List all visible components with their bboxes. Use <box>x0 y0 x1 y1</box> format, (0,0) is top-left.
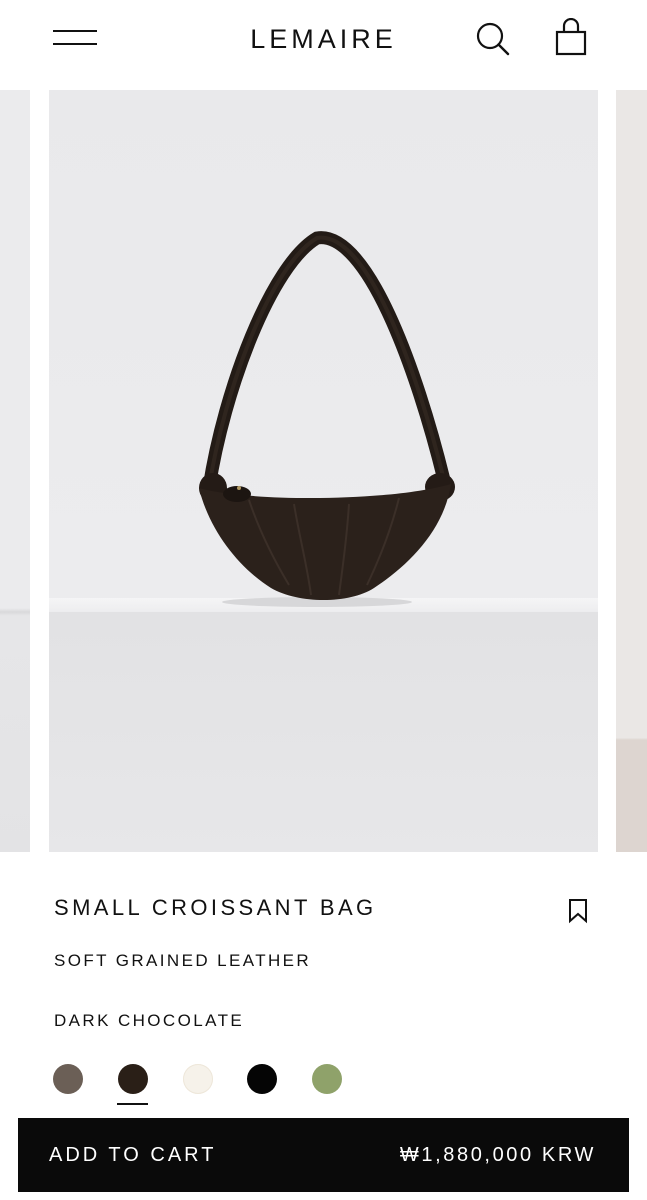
color-swatch[interactable] <box>312 1064 342 1094</box>
shopping-bag-icon[interactable] <box>553 17 589 58</box>
selected-color-name: DARK CHOCOLATE <box>54 1011 245 1030</box>
brand-logo[interactable]: LEMAIRE <box>0 22 647 56</box>
product-image-carousel[interactable] <box>0 90 647 852</box>
previous-image-slide[interactable] <box>0 90 30 852</box>
color-swatch[interactable] <box>53 1064 83 1094</box>
color-swatch[interactable] <box>247 1064 277 1094</box>
add-to-cart-label: ADD TO CART <box>49 1144 217 1166</box>
product-price: ₩1,880,000 KRW <box>399 1144 596 1166</box>
top-navigation-bar: LEMAIRE <box>0 0 647 80</box>
croissant-bag-illustration <box>199 231 455 607</box>
search-icon[interactable] <box>474 20 512 58</box>
bookmark-icon[interactable] <box>566 898 590 924</box>
color-swatch[interactable] <box>183 1064 213 1094</box>
add-to-cart-button[interactable]: ADD TO CART ₩1,880,000 KRW <box>18 1118 629 1192</box>
product-image <box>49 90 598 852</box>
next-image-slide[interactable] <box>616 90 647 852</box>
product-material: SOFT GRAINED LEATHER <box>54 951 312 970</box>
color-swatch-selected[interactable] <box>118 1064 148 1094</box>
selected-swatch-indicator <box>117 1103 148 1105</box>
product-title: SMALL CROISSANT BAG <box>54 895 377 920</box>
product-page: LEMAIRE SMALL CROISSANT BAG SOFT GRAINED… <box>0 0 647 1200</box>
